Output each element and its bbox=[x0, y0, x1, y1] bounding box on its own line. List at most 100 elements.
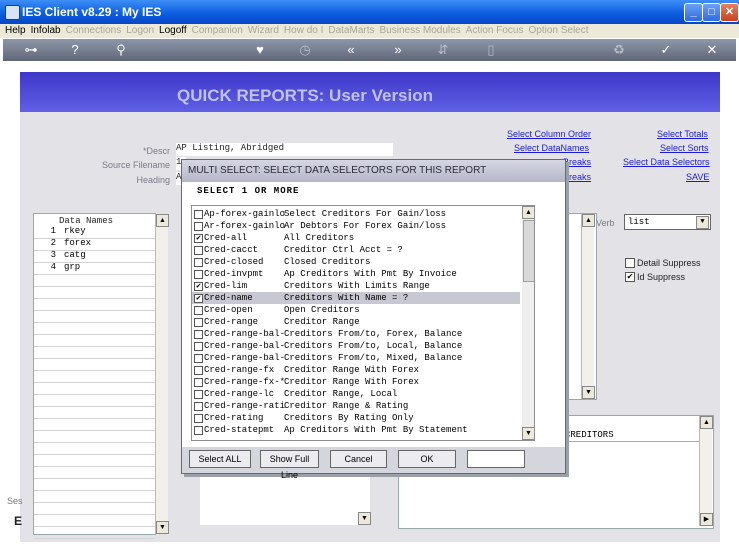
select-sorts-link[interactable]: Select Sorts bbox=[660, 143, 709, 153]
list-item[interactable]: Cred-cacct Creditor Ctrl Acct = ? bbox=[192, 244, 520, 256]
item-checkbox[interactable] bbox=[194, 342, 203, 351]
item-description: Creditor Range With Forex bbox=[284, 377, 420, 387]
detail-suppress-checkbox[interactable] bbox=[625, 258, 635, 268]
item-checkbox[interactable] bbox=[194, 378, 203, 387]
list-item[interactable]: ✔ Cred-name Creditors With Name = ? bbox=[192, 292, 520, 304]
chevron-down-icon[interactable]: ▼ bbox=[696, 216, 709, 229]
selectors-scrollbar[interactable]: ▲ ▶ bbox=[699, 416, 713, 526]
page-icon[interactable]: ▯ bbox=[481, 41, 501, 59]
source-filename-label: Source Filename bbox=[101, 160, 170, 170]
scroll-thumb[interactable] bbox=[523, 220, 534, 282]
item-checkbox[interactable]: ✔ bbox=[194, 294, 203, 303]
item-checkbox[interactable] bbox=[194, 402, 203, 411]
item-checkbox[interactable] bbox=[194, 246, 203, 255]
item-checkbox[interactable] bbox=[194, 210, 203, 219]
sort-icon[interactable]: ⇵ bbox=[433, 41, 453, 59]
item-checkbox[interactable] bbox=[194, 258, 203, 267]
show-full-line-button[interactable]: Show Full Line bbox=[260, 450, 319, 480]
list-item[interactable]: Cred-range-bal- Creditors From/to, Local,… bbox=[192, 340, 520, 352]
list-item[interactable]: Cred-range Creditor Range bbox=[192, 316, 520, 328]
maximize-button[interactable]: □ bbox=[702, 3, 721, 22]
minimize-button[interactable]: _ bbox=[684, 3, 703, 22]
item-checkbox[interactable] bbox=[194, 222, 203, 231]
list-item[interactable]: Cred-closed Closed Creditors bbox=[192, 256, 520, 268]
select-data-selectors-link[interactable]: Select Data Selectors bbox=[623, 157, 710, 167]
select-all-button[interactable]: Select ALL bbox=[189, 450, 251, 468]
id-suppress-checkbox[interactable]: ✔ bbox=[625, 272, 635, 282]
verb-value: list bbox=[628, 217, 650, 227]
verb-select[interactable]: list ▼ bbox=[624, 214, 711, 230]
columns-scrollbar[interactable]: ▲ ▼ bbox=[581, 214, 595, 399]
list-item[interactable]: Ar-forex-gainlo Ar Debtors For Forex Gain… bbox=[192, 220, 520, 232]
forward-icon[interactable]: » bbox=[388, 41, 408, 59]
select-datanames-link[interactable]: Select DataNames bbox=[514, 143, 589, 153]
menu-item-help[interactable]: Help bbox=[5, 24, 26, 38]
heart-icon[interactable]: ♥ bbox=[250, 41, 270, 59]
item-checkbox[interactable] bbox=[194, 414, 203, 423]
scroll-up-icon[interactable]: ▲ bbox=[522, 206, 534, 219]
menu-item-infolab[interactable]: Infolab bbox=[31, 24, 61, 38]
breaks-link-1[interactable]: Breaks bbox=[563, 157, 591, 167]
item-checkbox[interactable] bbox=[194, 270, 203, 279]
item-checkbox[interactable] bbox=[194, 306, 203, 315]
item-checkbox[interactable] bbox=[194, 318, 203, 327]
item-description: Creditors By Rating Only bbox=[284, 413, 414, 423]
recycle-icon[interactable]: ♻ bbox=[609, 41, 629, 59]
list-item[interactable]: Cred-range-rati Creditor Range & Rating bbox=[192, 400, 520, 412]
close-button[interactable]: ✕ bbox=[720, 3, 739, 22]
list-item[interactable]: Cred-range-bal- Creditors From/to, Forex,… bbox=[192, 328, 520, 340]
item-checkbox[interactable] bbox=[194, 330, 203, 339]
scroll-down-icon[interactable]: ▼ bbox=[156, 521, 169, 534]
dialog-input[interactable] bbox=[467, 450, 525, 468]
list-item[interactable]: Cred-range-lc Creditor Range, Local bbox=[192, 388, 520, 400]
save-link[interactable]: SAVE bbox=[686, 172, 709, 182]
help-icon[interactable]: ? bbox=[65, 41, 85, 59]
datanames-scrollbar[interactable]: ▲ ▼ bbox=[155, 214, 169, 534]
item-checkbox[interactable] bbox=[194, 426, 203, 435]
ok-button[interactable]: OK bbox=[398, 450, 456, 468]
scroll-down-icon[interactable]: ▶ bbox=[700, 513, 713, 526]
item-checkbox[interactable] bbox=[194, 366, 203, 375]
scroll-down-icon[interactable]: ▼ bbox=[522, 427, 534, 440]
scroll-up-icon[interactable]: ▲ bbox=[156, 214, 169, 227]
list-item[interactable]: Cred-range-bal- Creditors From/to, Mixed,… bbox=[192, 352, 520, 364]
list-item[interactable]: Cred-rating Creditors By Rating Only bbox=[192, 412, 520, 424]
item-checkbox[interactable] bbox=[194, 390, 203, 399]
item-description: Closed Creditors bbox=[284, 257, 371, 267]
list-item[interactable]: Cred-invpmt Ap Creditors With Pmt By Invo… bbox=[192, 268, 520, 280]
cut-label-ses: Ses bbox=[7, 496, 23, 506]
scroll-down-icon[interactable]: ▼ bbox=[358, 512, 371, 525]
cancel-button[interactable]: Cancel bbox=[330, 450, 387, 468]
list-item[interactable]: ✔ Cred-lim Creditors With Limits Range bbox=[192, 280, 520, 292]
menu-item-wizard: Wizard bbox=[247, 25, 279, 36]
search-icon[interactable]: ⚲ bbox=[111, 41, 131, 59]
history-icon[interactable]: ◷ bbox=[295, 41, 315, 59]
select-totals-link[interactable]: Select Totals bbox=[657, 129, 708, 139]
menu-bar: Help Infolab Connections Logon Logoff Compani… bbox=[0, 24, 739, 38]
item-checkbox[interactable] bbox=[194, 354, 203, 363]
list-item[interactable]: Cred-open Open Creditors bbox=[192, 304, 520, 316]
list-item[interactable]: Cred-statepmt Ap Creditors With Pmt By St… bbox=[192, 424, 520, 436]
item-checkbox[interactable]: ✔ bbox=[194, 234, 203, 243]
selector-list-scrollbar[interactable]: ▲ ▼ bbox=[522, 206, 534, 440]
item-code: Cred-cacct bbox=[204, 245, 259, 255]
cancel-icon[interactable]: ✕ bbox=[702, 41, 722, 59]
menu-item-logoff[interactable]: Logoff bbox=[159, 24, 187, 38]
table-row[interactable] bbox=[34, 526, 155, 539]
select-column-order-link[interactable]: Select Column Order bbox=[507, 129, 591, 139]
menu-item-connections: Connections bbox=[65, 25, 122, 36]
scroll-up-icon[interactable]: ▲ bbox=[582, 214, 595, 227]
descr-field[interactable]: AP Listing, Abridged bbox=[176, 143, 393, 156]
breaks-link-2[interactable]: Breaks bbox=[563, 172, 591, 182]
list-item[interactable]: Cred-range-fx Creditor Range With Forex bbox=[192, 364, 520, 376]
scroll-up-icon[interactable]: ▲ bbox=[700, 416, 713, 429]
scroll-down-icon[interactable]: ▼ bbox=[582, 386, 595, 399]
check-icon[interactable]: ✓ bbox=[656, 41, 676, 59]
rewind-icon[interactable]: « bbox=[341, 41, 361, 59]
list-item[interactable]: Ap-forex-gainlo Select Creditors For Gain… bbox=[192, 208, 520, 220]
item-checkbox[interactable]: ✔ bbox=[194, 282, 203, 291]
heading-label: Heading bbox=[136, 175, 170, 185]
key-icon[interactable]: ⊶ bbox=[17, 41, 45, 59]
list-item[interactable]: ✔ Cred-all All Creditors bbox=[192, 232, 520, 244]
list-item[interactable]: Cred-range-fx-* Creditor Range With Forex bbox=[192, 376, 520, 388]
